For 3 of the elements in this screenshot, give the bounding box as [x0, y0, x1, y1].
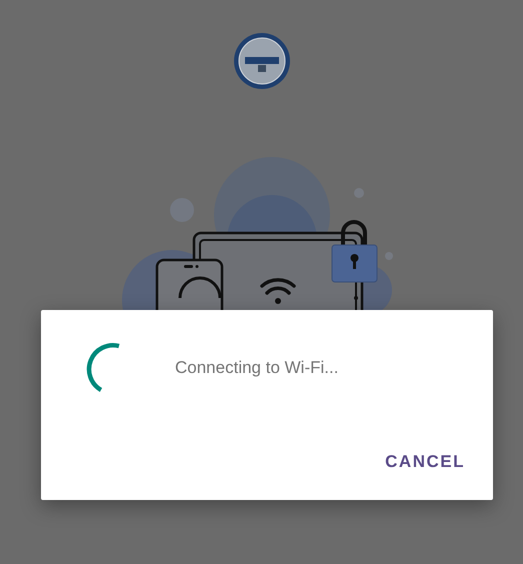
dialog-message: Connecting to Wi-Fi...: [175, 358, 338, 378]
seal-logo-icon: [232, 32, 290, 90]
cancel-button[interactable]: CANCEL: [383, 448, 467, 476]
